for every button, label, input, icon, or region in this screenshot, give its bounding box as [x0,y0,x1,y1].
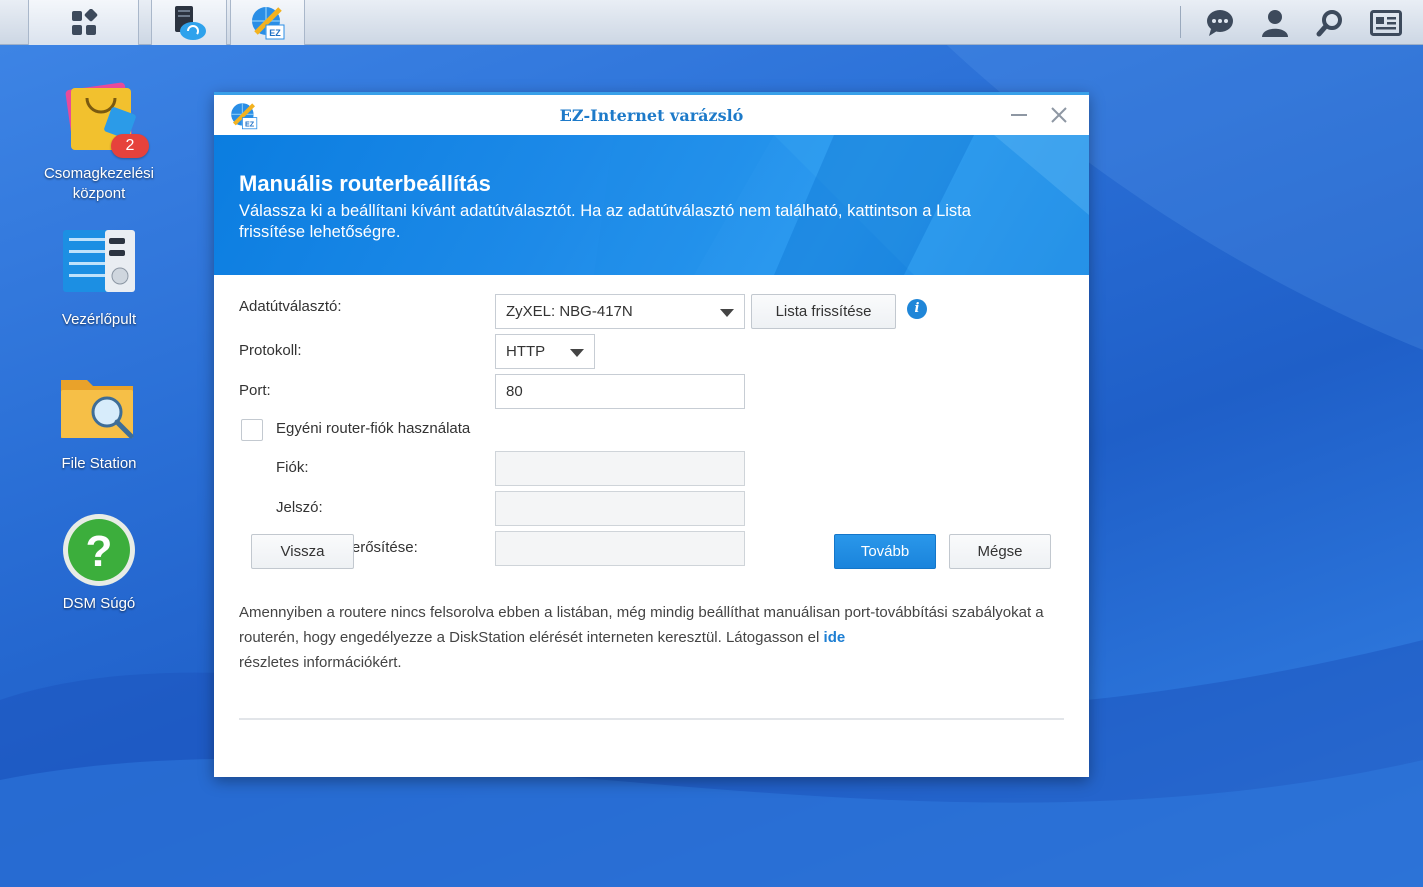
main-menu-icon [71,8,97,35]
router-select-value: ZyXEL: NBG-417N [506,303,633,320]
svg-text:EZ: EZ [269,28,281,38]
banner-heading: Manuális routerbeállítás [239,171,491,196]
chat-icon [1207,9,1233,36]
password-input[interactable] [495,491,745,526]
cloud-sync-icon [175,5,206,40]
file-station-icon [61,380,134,439]
minimize-icon [1011,114,1027,116]
info-icon[interactable]: i [907,299,927,319]
password-label: Jelszó: [276,499,323,516]
widgets-icon [1370,9,1402,36]
search-button[interactable] [1310,0,1350,45]
main-menu-button[interactable] [28,0,139,45]
port-label: Port: [239,382,271,399]
wizard-banner: Manuális routerbeállítás Válassza ki a b… [214,135,1089,275]
custom-account-checkbox[interactable] [241,419,263,441]
desktop-icon-label: Csomagkezelési központ [43,165,155,202]
close-button[interactable] [1047,103,1071,127]
help-icon: ? [63,514,135,586]
desktop-icon-label: File Station [61,455,137,472]
cancel-button[interactable]: Mégse [949,534,1051,569]
desktop-icon-file-station[interactable]: File Station [29,370,169,474]
widgets-button[interactable] [1365,0,1407,45]
chevron-down-icon [570,349,584,357]
account-label: Fiók: [276,459,309,476]
wizard-footer: Vissza Tovább Mégse [214,534,1089,780]
svg-text:?: ? [86,527,113,576]
update-badge: 2 [111,134,149,158]
custom-account-label[interactable]: Egyéni router-fiók használata [276,420,470,437]
account-input[interactable] [495,451,745,486]
protocol-label: Protokoll: [239,342,302,359]
search-icon [1316,9,1342,36]
close-icon [1051,107,1067,123]
chat-button[interactable] [1200,0,1240,45]
back-button[interactable]: Vissza [251,534,354,569]
next-button[interactable]: Tovább [834,534,936,569]
port-input[interactable]: 80 [495,374,745,409]
window-titlebar[interactable]: EZ EZ-Internet varázsló [214,95,1089,135]
chevron-down-icon [720,309,734,317]
router-label: Adatútválasztó: [239,298,342,315]
taskbar-separator [1180,6,1181,38]
control-panel-icon [63,230,135,292]
protocol-select[interactable]: HTTP [495,334,595,369]
ez-internet-icon: EZ [251,6,284,39]
protocol-select-value: HTTP [506,343,546,360]
taskbar-app-cloud-sync[interactable] [151,0,227,45]
port-input-value: 80 [506,383,523,400]
window-title: EZ-Internet varázsló [559,106,744,125]
user-icon [1262,9,1288,37]
desktop-icon-control-panel[interactable]: Vezérlőpult [29,226,169,330]
desktop-icon-package-center[interactable]: 2 Csomagkezelési központ [29,80,169,204]
minimize-button[interactable] [1007,103,1031,127]
taskbar-app-ez-internet[interactable]: EZ [230,0,305,45]
desktop-icon-label: DSM Súgó [62,595,136,612]
desktop-icon-label: Vezérlőpult [61,311,137,328]
router-select[interactable]: ZyXEL: NBG-417N [495,294,745,329]
banner-description: Válassza ki a beállítani kívánt adatútvá… [239,202,971,241]
taskbar: EZ [0,0,1423,45]
desktop-icon-dsm-help[interactable]: ? DSM Súgó [29,510,169,614]
user-button[interactable] [1255,0,1295,45]
ez-internet-wizard-window: EZ EZ-Internet varázsló Manuális routerb… [214,92,1089,777]
refresh-list-button[interactable]: Lista frissítése [751,294,896,329]
